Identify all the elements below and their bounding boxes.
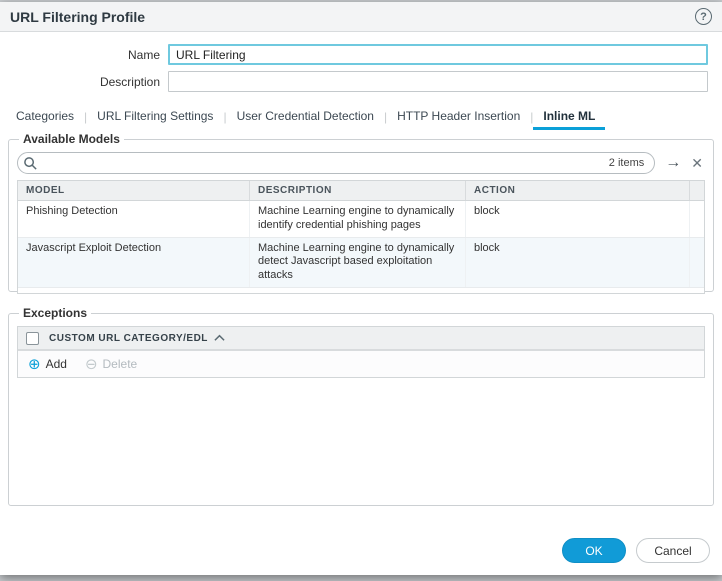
help-icon[interactable]: ? [695, 8, 712, 25]
delete-icon: ⊖ [85, 357, 98, 372]
column-header-description[interactable]: DESCRIPTION [250, 181, 466, 200]
table-row[interactable]: Phishing Detection Machine Learning engi… [18, 201, 704, 238]
description-label: Description [0, 75, 160, 89]
apply-filter-icon[interactable]: → [665, 155, 681, 171]
exceptions-table: CUSTOM URL CATEGORY/EDL ⊕ Add ⊖ Delete [17, 326, 705, 378]
dialog-title: URL Filtering Profile [10, 9, 145, 25]
profile-form: Name Description [0, 32, 722, 98]
tab-url-filtering-settings[interactable]: URL Filtering Settings [87, 105, 223, 130]
item-count: 2 items [609, 157, 644, 169]
filler-cell [690, 201, 704, 237]
models-table: MODEL DESCRIPTION ACTION Phishing Detect… [17, 180, 705, 294]
tab-http-header-insertion[interactable]: HTTP Header Insertion [387, 105, 530, 130]
exceptions-toolbar: ⊕ Add ⊖ Delete [18, 350, 704, 377]
select-all-checkbox[interactable] [26, 332, 39, 345]
exceptions-table-header: CUSTOM URL CATEGORY/EDL [18, 327, 704, 350]
add-icon: ⊕ [28, 357, 41, 372]
exceptions-section: Exceptions CUSTOM URL CATEGORY/EDL ⊕ Add [8, 306, 714, 506]
clear-filter-icon[interactable]: ✕ [691, 155, 703, 172]
tab-categories[interactable]: Categories [6, 105, 84, 130]
name-label: Name [0, 48, 160, 62]
description-row: Description [0, 71, 708, 92]
delete-label: Delete [103, 357, 138, 371]
dialog-header: URL Filtering Profile ? [0, 2, 722, 32]
action-cell[interactable]: block [466, 201, 690, 237]
dialog-footer: OK Cancel [0, 538, 722, 575]
name-row: Name [0, 44, 708, 65]
tab-bar: Categories | URL Filtering Settings | Us… [0, 98, 722, 130]
column-header-action[interactable]: ACTION [466, 181, 690, 200]
sort-ascending-icon[interactable] [214, 334, 225, 342]
column-header-filler [690, 181, 704, 200]
available-models-section: Available Models 2 items → ✕ MODEL DESCR… [8, 132, 714, 292]
filler-cell [690, 238, 704, 287]
description-cell: Machine Learning engine to dynamically i… [250, 201, 466, 237]
column-header-custom-url-category[interactable]: CUSTOM URL CATEGORY/EDL [49, 333, 208, 344]
cancel-button[interactable]: Cancel [636, 538, 710, 563]
tab-user-credential-detection[interactable]: User Credential Detection [227, 105, 384, 130]
table-row[interactable]: Javascript Exploit Detection Machine Lea… [18, 238, 704, 288]
models-search-row: 2 items → ✕ [17, 152, 705, 174]
url-filtering-profile-dialog: URL Filtering Profile ? Name Description… [0, 2, 722, 575]
model-cell: Phishing Detection [18, 201, 250, 237]
ok-button[interactable]: OK [562, 538, 626, 563]
search-icon [23, 156, 38, 171]
search-input[interactable]: 2 items [17, 152, 655, 174]
description-cell: Machine Learning engine to dynamically d… [250, 238, 466, 287]
add-button[interactable]: ⊕ Add [28, 357, 67, 372]
column-header-model[interactable]: MODEL [18, 181, 250, 200]
name-input[interactable] [168, 44, 708, 65]
exceptions-legend: Exceptions [19, 306, 91, 320]
tab-inline-ml[interactable]: Inline ML [533, 105, 605, 130]
action-cell[interactable]: block [466, 238, 690, 287]
description-input[interactable] [168, 71, 708, 92]
models-table-header: MODEL DESCRIPTION ACTION [18, 181, 704, 201]
delete-button[interactable]: ⊖ Delete [85, 357, 137, 372]
model-cell: Javascript Exploit Detection [18, 238, 250, 287]
add-label: Add [46, 357, 67, 371]
available-models-legend: Available Models [19, 132, 124, 146]
